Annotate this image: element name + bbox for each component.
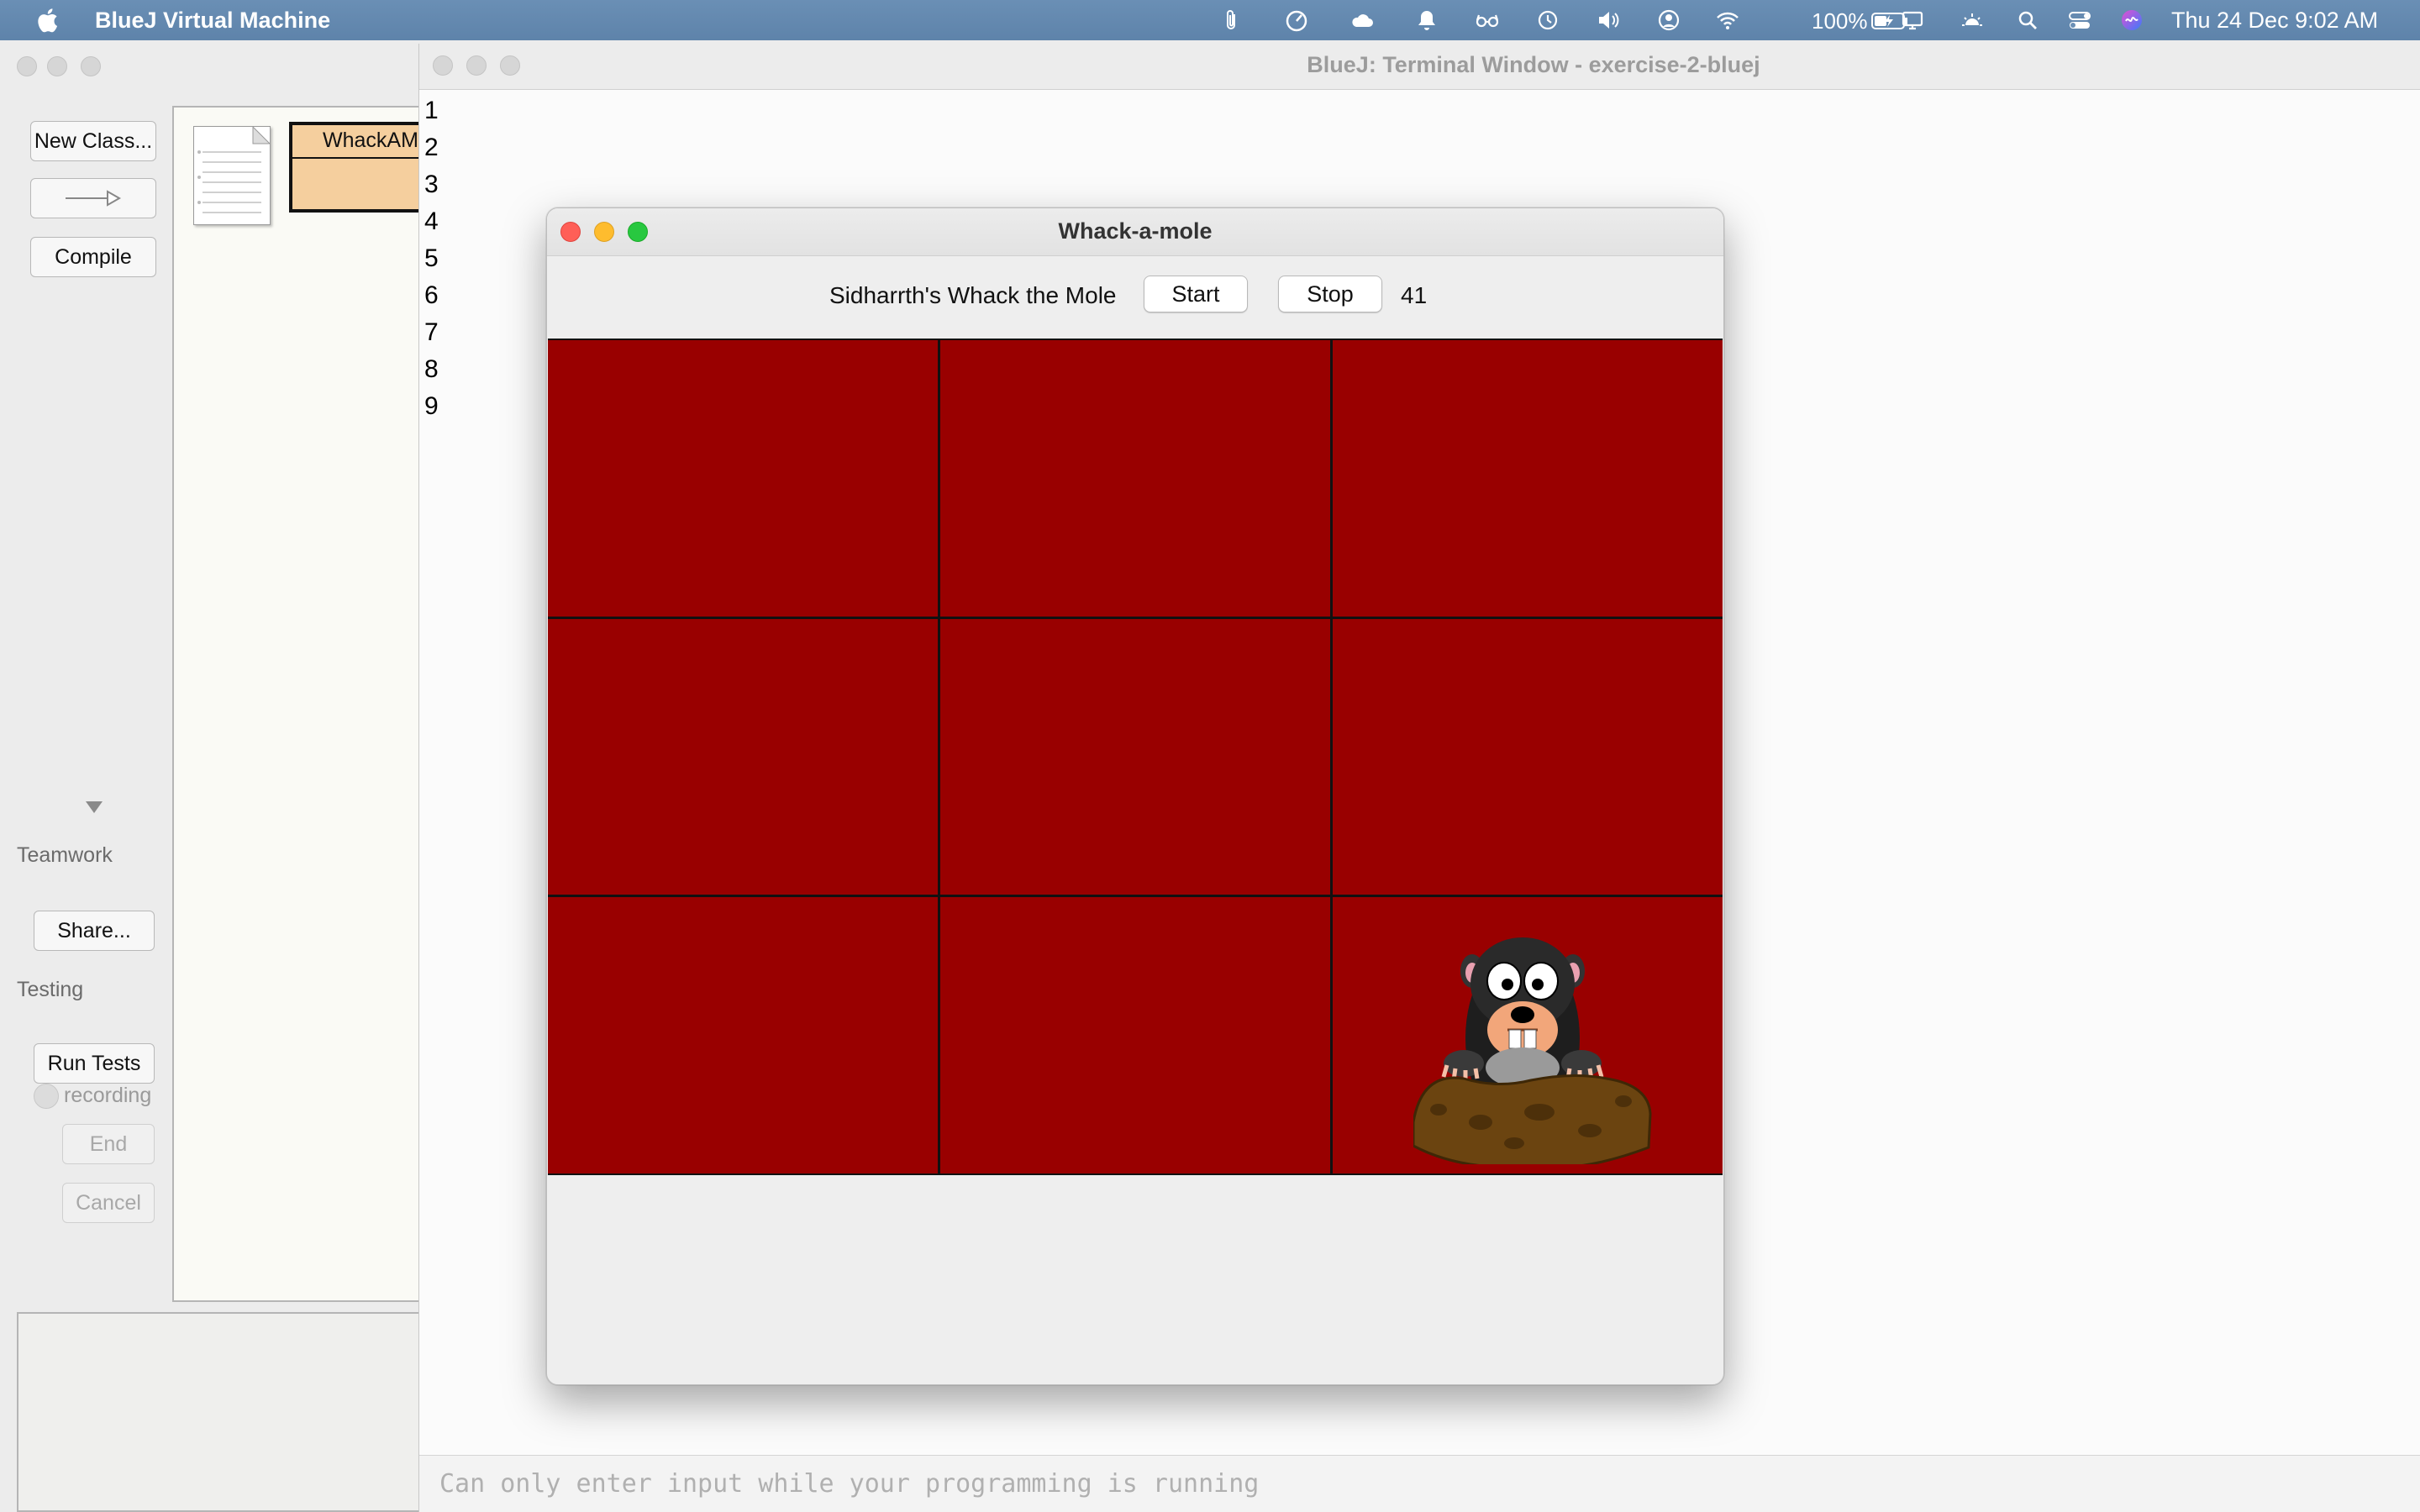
menu-bar: BlueJ Virtual Machine 100% Thu 24 Dec 9:… (0, 0, 2420, 40)
inheritance-arrow-button[interactable] (30, 178, 156, 218)
terminal-output: 1 2 3 4 5 6 7 8 9 (424, 92, 439, 425)
terminal-line: 3 (424, 171, 439, 198)
share-button[interactable]: Share... (34, 911, 155, 951)
minimize-button[interactable] (47, 56, 67, 76)
game-toolbar: Sidharrth's Whack the Mole Start Stop 41 (547, 255, 1723, 339)
stop-button[interactable]: Stop (1278, 276, 1382, 312)
start-button[interactable]: Start (1144, 276, 1248, 312)
document-icon (197, 125, 271, 213)
siri-icon[interactable] (2118, 7, 2146, 34)
paperclip-icon[interactable] (1217, 7, 1245, 34)
testing-label: Testing (17, 978, 84, 1001)
grid-cell[interactable] (940, 897, 1330, 1173)
grid-cell[interactable] (1333, 340, 1723, 617)
terminal-title: BlueJ: Terminal Window - exercise-2-blue… (1307, 52, 1760, 77)
speedometer-icon[interactable] (1282, 7, 1311, 34)
control-center-icon[interactable] (2065, 7, 2094, 34)
user-icon[interactable] (1655, 7, 1683, 34)
zoom-button[interactable] (81, 56, 101, 76)
mole-icon[interactable] (1413, 921, 1657, 1165)
glasses-icon[interactable] (1473, 7, 1502, 34)
grid-cell[interactable] (548, 340, 938, 617)
arrow-icon (66, 190, 122, 207)
cloud-icon[interactable] (1348, 7, 1376, 34)
recording-indicator (34, 1084, 59, 1109)
new-class-button[interactable]: New Class... (30, 121, 156, 161)
terminal-line: 1 (424, 97, 439, 124)
terminal-line: 9 (424, 392, 439, 420)
grid-cell[interactable] (548, 897, 938, 1173)
game-window-title: Whack-a-mole (1058, 218, 1213, 244)
terminal-titlebar[interactable]: BlueJ: Terminal Window - exercise-2-blue… (419, 44, 2420, 90)
brightness-icon[interactable] (1958, 7, 1986, 34)
grid-cell[interactable] (548, 618, 938, 895)
spotlight-icon[interactable] (2013, 7, 2042, 34)
display-icon[interactable] (1898, 7, 1927, 34)
cancel-button[interactable]: Cancel (62, 1183, 155, 1223)
terminal-line: 5 (424, 244, 439, 272)
close-button[interactable] (17, 56, 37, 76)
menu-clock[interactable]: Thu 24 Dec 9:02 AM (2171, 8, 2378, 34)
terminal-line: 4 (424, 207, 439, 235)
run-tests-button[interactable]: Run Tests (34, 1043, 155, 1084)
terminal-line: 8 (424, 355, 439, 383)
compile-button[interactable]: Compile (30, 237, 156, 277)
collapse-triangle-icon[interactable] (84, 800, 104, 815)
end-button[interactable]: End (62, 1124, 155, 1164)
message-area (17, 1312, 471, 1512)
class-name-label: WhackAM (323, 129, 418, 152)
grid-cell[interactable] (940, 340, 1330, 617)
app-name[interactable]: BlueJ Virtual Machine (95, 8, 330, 34)
mole-grid (548, 339, 1723, 1175)
readme-document-icon[interactable] (193, 125, 271, 225)
terminal-line: 2 (424, 134, 439, 161)
battery-percentage: 100% (1812, 8, 1868, 34)
apple-logo-icon[interactable] (34, 5, 59, 35)
terminal-line: 7 (424, 318, 439, 346)
teamwork-label: Teamwork (17, 843, 113, 867)
grid-cell[interactable] (940, 618, 1330, 895)
notification-icon[interactable] (1413, 7, 1441, 34)
volume-icon[interactable] (1594, 7, 1623, 34)
grid-cell-mole[interactable] (1333, 897, 1723, 1173)
game-titlebar[interactable]: Whack-a-mole (547, 208, 1723, 256)
time-machine-icon[interactable] (1534, 7, 1562, 34)
terminal-line: 6 (424, 281, 439, 309)
whack-a-mole-window: Whack-a-mole Sidharrth's Whack the Mole … (546, 207, 1724, 1385)
score-counter: 41 (1401, 282, 1428, 308)
bluej-main-window: New Class... Compile Teamwork Share... T… (0, 44, 475, 1512)
terminal-input[interactable]: Can only enter input while your programm… (419, 1455, 2420, 1512)
wifi-icon[interactable] (1713, 7, 1742, 34)
grid-cell[interactable] (1333, 618, 1723, 895)
game-label: Sidharrth's Whack the Mole (829, 282, 1117, 308)
recording-label: recording (64, 1084, 152, 1107)
